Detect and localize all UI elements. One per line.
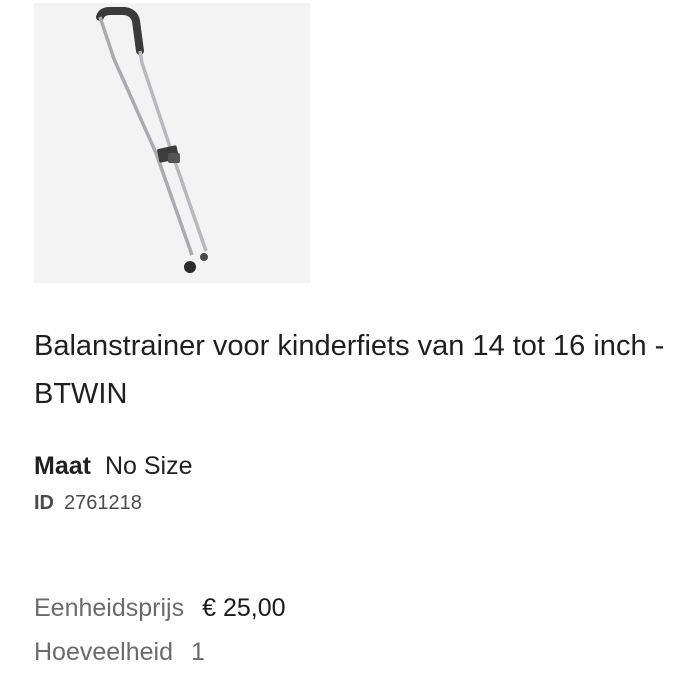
product-id-value: 2761218 <box>64 492 142 514</box>
product-title[interactable]: Balanstrainer voor kinderfiets van 14 to… <box>34 322 674 418</box>
product-image <box>34 3 310 283</box>
quantity-value: 1 <box>191 638 205 666</box>
product-id-label: ID <box>34 492 54 514</box>
size-value: No Size <box>104 452 193 480</box>
unit-price-row: Eenheidsprijs € 25,00 <box>34 591 286 625</box>
size-label: Maat <box>34 452 91 480</box>
unit-price-label: Eenheidsprijs <box>34 594 185 622</box>
quantity-label: Hoeveelheid <box>34 638 173 666</box>
size-row: Maat No Size <box>34 450 193 482</box>
product-id-row: ID 2761218 <box>34 489 142 517</box>
unit-price-value: € 25,00 <box>202 594 286 622</box>
quantity-row: Hoeveelheid 1 <box>34 635 205 669</box>
